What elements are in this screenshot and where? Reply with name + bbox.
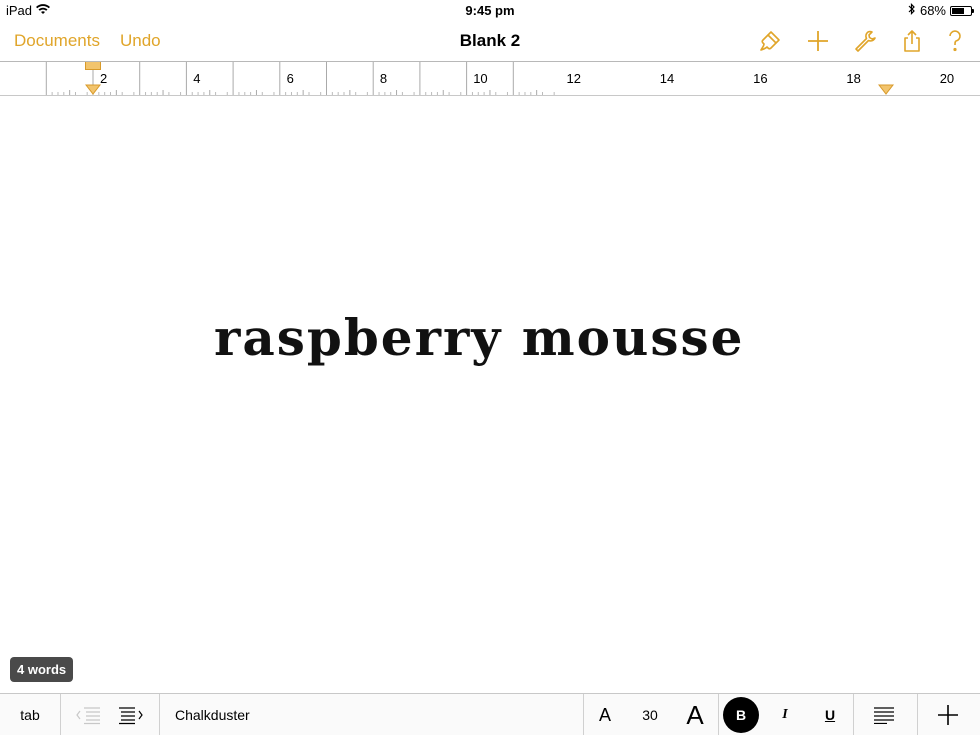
bluetooth-icon bbox=[908, 3, 916, 18]
bold-label: B bbox=[723, 697, 759, 733]
ruler-number: 16 bbox=[753, 71, 768, 86]
format-toolbar: tab Chalkduster A 30 A B I U bbox=[0, 693, 980, 735]
ruler-number: 20 bbox=[939, 71, 955, 86]
bold-button[interactable]: B bbox=[721, 694, 761, 735]
font-name-button[interactable]: Chalkduster bbox=[175, 694, 295, 735]
font-size-label: 30 bbox=[642, 707, 658, 723]
status-time: 9:45 pm bbox=[465, 3, 515, 18]
battery-fill bbox=[952, 7, 965, 14]
font-size-value[interactable]: 30 bbox=[630, 694, 670, 735]
ruler-number: 18 bbox=[846, 71, 861, 86]
indent-icon[interactable] bbox=[112, 694, 148, 735]
toolbar-divider bbox=[583, 694, 584, 735]
ruler-number: 4 bbox=[193, 71, 201, 86]
outdent-icon[interactable] bbox=[70, 694, 106, 735]
tab-button[interactable]: tab bbox=[0, 694, 60, 735]
ruler-number: 8 bbox=[379, 71, 388, 86]
undo-button[interactable]: Undo bbox=[120, 31, 161, 51]
insert-plus-icon[interactable] bbox=[930, 694, 966, 735]
ruler-ticks bbox=[45, 62, 555, 95]
toolbar-divider bbox=[917, 694, 918, 735]
paintbrush-icon[interactable] bbox=[757, 28, 783, 54]
add-icon[interactable] bbox=[805, 28, 831, 54]
status-bar: iPad 9:45 pm 68% bbox=[0, 0, 980, 20]
tab-label: tab bbox=[20, 707, 40, 723]
ruler[interactable]: 2 4 6 8 10 12 14 16 18 20 bbox=[0, 62, 980, 96]
font-name-label: Chalkduster bbox=[175, 707, 250, 723]
help-icon[interactable] bbox=[942, 28, 968, 54]
align-left-icon[interactable] bbox=[866, 694, 902, 735]
documents-button[interactable]: Documents bbox=[14, 31, 100, 51]
underline-button[interactable]: U bbox=[815, 694, 845, 735]
ruler-number: 14 bbox=[659, 71, 675, 86]
battery-percent: 68% bbox=[919, 3, 946, 18]
wrench-icon[interactable] bbox=[852, 28, 878, 54]
italic-label: I bbox=[782, 707, 788, 722]
underline-label: U bbox=[824, 707, 836, 723]
word-count-badge[interactable]: 4 words bbox=[10, 657, 74, 682]
small-a-label: A bbox=[598, 704, 611, 725]
battery-icon bbox=[950, 5, 974, 16]
document-text[interactable]: raspberry mousse bbox=[214, 308, 745, 367]
toolbar-divider bbox=[853, 694, 854, 735]
toolbar-divider bbox=[159, 694, 160, 735]
toolbar-divider bbox=[718, 694, 719, 735]
status-right: 68% bbox=[908, 3, 974, 18]
ruler-number: 10 bbox=[473, 71, 488, 86]
toolbar-divider bbox=[60, 694, 61, 735]
italic-button[interactable]: I bbox=[770, 694, 800, 735]
decrease-font-size-button[interactable]: A bbox=[590, 694, 620, 735]
large-a-label: A bbox=[686, 699, 704, 730]
increase-font-size-button[interactable]: A bbox=[678, 694, 712, 735]
share-icon[interactable] bbox=[899, 28, 925, 54]
nav-bar: Documents Undo Blank 2 bbox=[0, 20, 980, 62]
ruler-number: 12 bbox=[566, 71, 581, 86]
ruler-number: 6 bbox=[286, 71, 294, 86]
